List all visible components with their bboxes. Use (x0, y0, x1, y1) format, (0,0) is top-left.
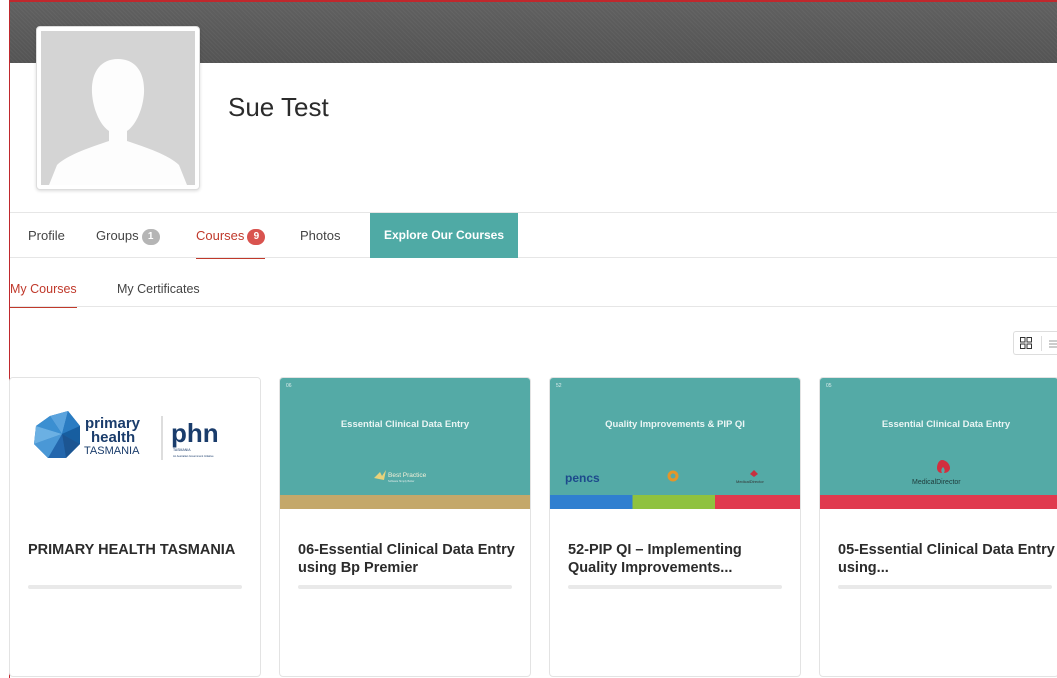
progress-bar (28, 585, 242, 589)
course-subtabs: My Courses My Certificates (10, 272, 1057, 308)
grid-view-icon[interactable] (1020, 337, 1032, 349)
explore-courses-button[interactable]: Explore Our Courses (370, 213, 518, 258)
brand-subtext: Software Simply Better (388, 479, 415, 483)
profile-tabs: Profile Groups 1 Courses 9 Photos Explore … (10, 212, 1057, 259)
best-practice-logo: Best Practice Software Simply Better (374, 470, 427, 483)
course-card[interactable]: primary health TASMANIA phn TASMANIA An … (9, 377, 261, 677)
progress-bar (568, 585, 782, 589)
list-view-icon[interactable] (1049, 340, 1057, 348)
course-thumbnail: 06 Essential Clinical Data Entry Best Pr… (280, 378, 530, 509)
subtab-my-courses[interactable]: My Courses (10, 272, 77, 308)
logo-text: TASMANIA (84, 445, 140, 457)
courses-count-badge: 9 (247, 229, 266, 245)
thumb-stripe (280, 495, 530, 509)
thumb-stripe (550, 495, 800, 509)
course-thumbnail: 52 Quality Improvements & PIP QI pencs M… (550, 378, 800, 509)
thumb-number: 05 (826, 383, 832, 389)
brand-text: MedicalDirector (736, 479, 764, 484)
partner-logos: pencs MedicalDirector (565, 470, 764, 485)
thumb-stripe (820, 495, 1057, 509)
logo-text: health (91, 429, 135, 446)
course-thumbnail: 05 Essential Clinical Data Entry Medical… (820, 378, 1057, 509)
thumb-heading: Essential Clinical Data Entry (340, 419, 470, 430)
tab-label: Profile (28, 228, 65, 243)
course-title[interactable]: 05-Essential Clinical Data Entry using..… (838, 541, 1057, 577)
course-card[interactable]: 52 Quality Improvements & PIP QI pencs M… (549, 377, 801, 677)
progress-bar (298, 585, 512, 589)
tab-photos[interactable]: Photos (300, 213, 340, 258)
course-thumbnail: primary health TASMANIA phn TASMANIA An … (10, 378, 260, 509)
avatar[interactable] (36, 26, 200, 190)
tab-groups[interactable]: Groups 1 (96, 213, 160, 258)
thumb-heading: Quality Improvements & PIP QI (605, 419, 745, 430)
tab-label: Groups (96, 228, 139, 243)
brand-text: pencs (565, 471, 600, 485)
phn-logo: primary health TASMANIA phn TASMANIA An … (34, 411, 219, 460)
course-title[interactable]: PRIMARY HEALTH TASMANIA (28, 541, 248, 559)
subtab-my-certificates[interactable]: My Certificates (117, 272, 200, 307)
view-toggle (1013, 331, 1057, 355)
thumb-number: 06 (286, 383, 292, 389)
progress-bar (838, 585, 1052, 589)
groups-count-badge: 1 (141, 229, 160, 245)
medicaldirector-logo: MedicalDirector (912, 460, 961, 486)
brand-text: Best Practice (388, 472, 427, 479)
logo-text: An Australian Government Initiative (173, 454, 214, 458)
toggle-divider (1041, 336, 1042, 351)
tab-label: Courses (196, 228, 245, 243)
brand-text: MedicalDirector (912, 479, 961, 486)
logo-text: TASMANIA (173, 448, 191, 452)
course-card[interactable]: 05 Essential Clinical Data Entry Medical… (819, 377, 1057, 677)
logo-text: phn (171, 418, 219, 448)
thumb-heading: Essential Clinical Data Entry (881, 419, 1011, 430)
course-title[interactable]: 52-PIP QI – Implementing Quality Improve… (568, 541, 788, 577)
default-avatar-icon (41, 31, 195, 185)
tab-label: Photos (300, 228, 341, 243)
tab-profile[interactable]: Profile (28, 213, 65, 258)
thumb-number: 52 (556, 383, 562, 389)
tab-courses[interactable]: Courses 9 (196, 213, 266, 259)
course-card[interactable]: 06 Essential Clinical Data Entry Best Pr… (279, 377, 531, 677)
course-title[interactable]: 06-Essential Clinical Data Entry using B… (298, 541, 518, 577)
profile-name: Sue Test (228, 92, 329, 122)
